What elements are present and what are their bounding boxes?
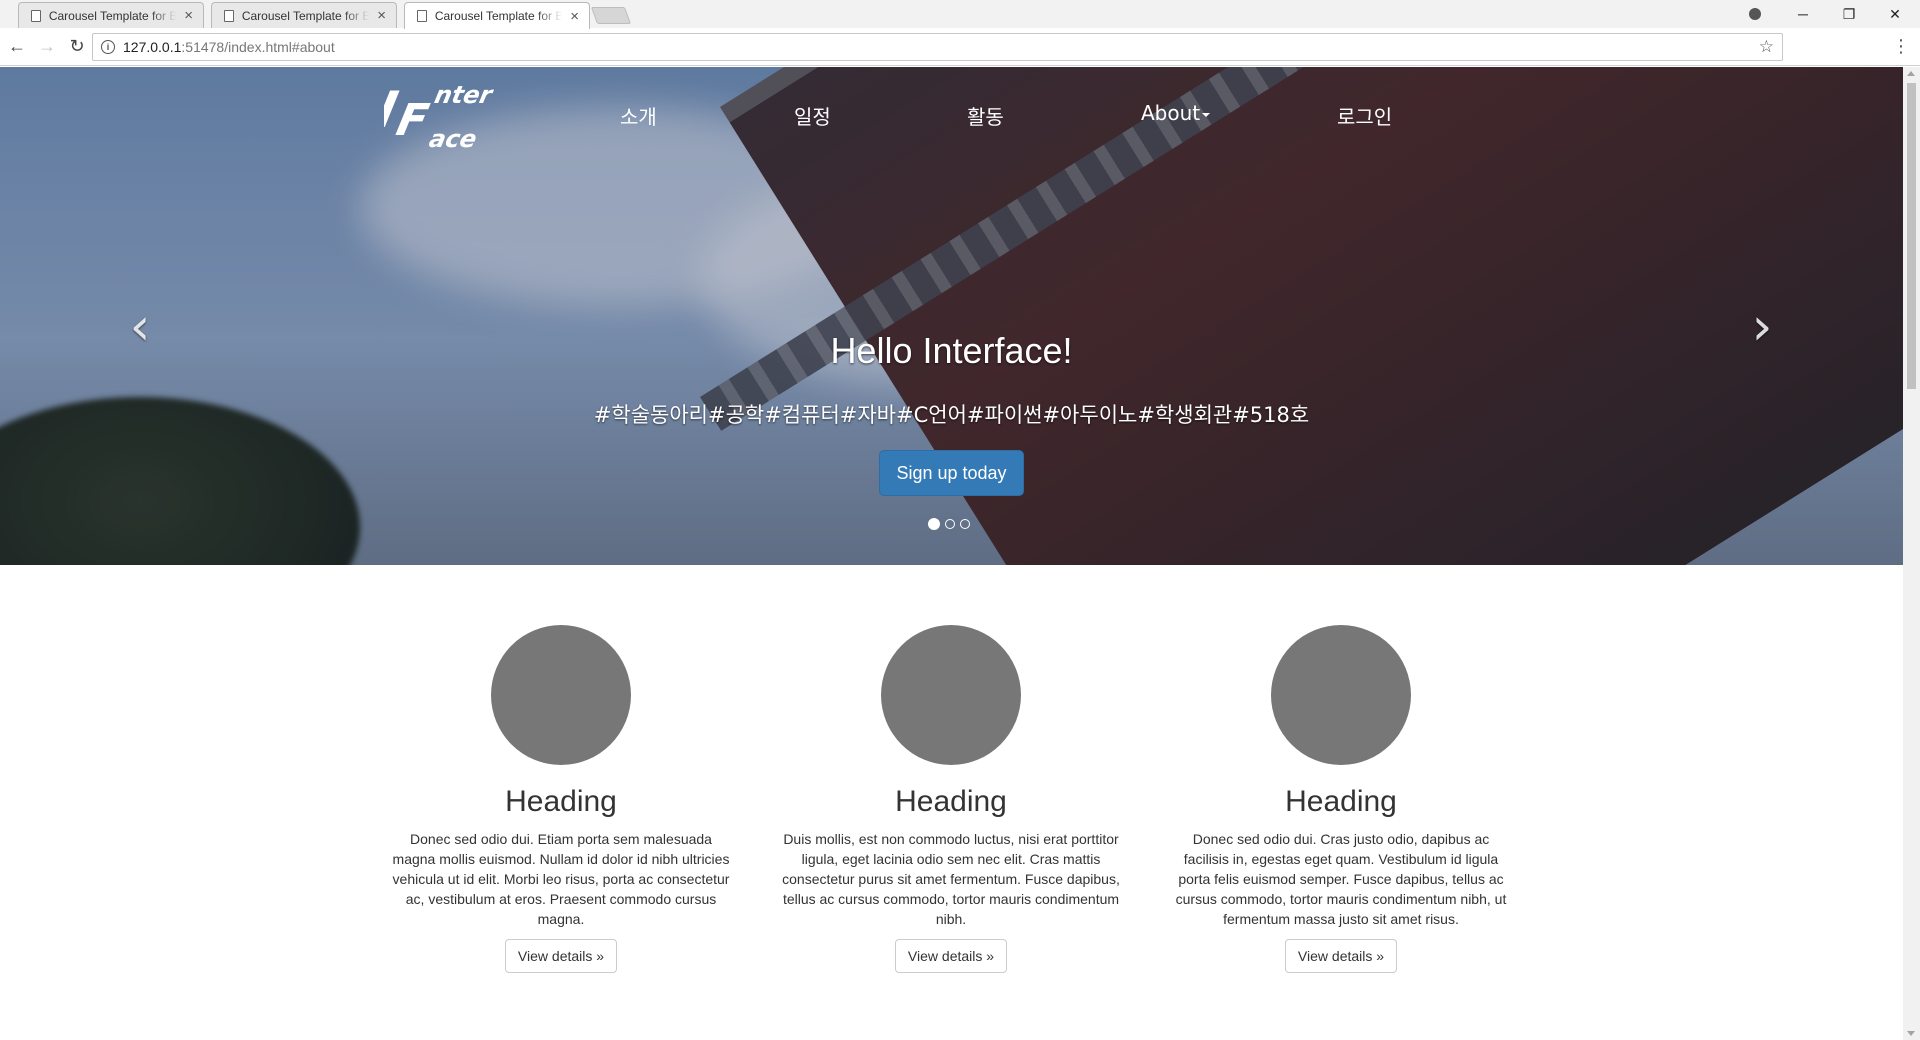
page-icon bbox=[417, 10, 427, 22]
svg-text:ace: ace bbox=[427, 124, 480, 151]
bookmark-star-icon[interactable]: ☆ bbox=[1759, 37, 1774, 57]
carousel-indicator-3[interactable] bbox=[960, 519, 970, 529]
interface-logo-icon: I F nter ace bbox=[372, 80, 497, 153]
reload-icon: ↻ bbox=[69, 36, 85, 56]
carousel-title: Hello Interface! bbox=[830, 330, 1073, 371]
browser-tab-3[interactable]: Carousel Template for Bootstrap × bbox=[404, 2, 590, 29]
column-text: Duis mollis, est non commodo luctus, nis… bbox=[782, 831, 1120, 927]
page-icon bbox=[31, 9, 41, 22]
placeholder-image bbox=[1271, 625, 1411, 765]
profile-icon bbox=[1749, 8, 1761, 20]
nav-item-activity[interactable]: 활동 bbox=[967, 101, 1004, 130]
forward-arrow-icon: → bbox=[38, 36, 56, 56]
forward-button[interactable]: → bbox=[34, 34, 60, 60]
address-bar[interactable]: i 127.0.0.1:51478/index.html#about ☆ bbox=[92, 33, 1783, 61]
browser-tab-strip: Carousel Template for Bootstrap × Carous… bbox=[0, 0, 1920, 29]
chevron-down-icon bbox=[1202, 112, 1211, 117]
browser-menu-icon[interactable]: ⋮ bbox=[1892, 37, 1910, 55]
close-icon[interactable]: × bbox=[570, 9, 579, 24]
carousel-indicators bbox=[928, 518, 970, 530]
scroll-up-arrow-icon[interactable] bbox=[1907, 71, 1915, 76]
page-icon bbox=[224, 9, 234, 22]
carousel-tags: #학술동아리#공학#컴퓨터#자바#C언어#파이썬#아두이노#학생회관#518호 bbox=[593, 403, 1310, 427]
url-host: 127.0.0.1 bbox=[123, 39, 182, 55]
svg-text:F: F bbox=[392, 95, 433, 145]
restore-button[interactable]: ❐ bbox=[1826, 0, 1872, 28]
browser-tab-2[interactable]: Carousel Template for Bootstrap × bbox=[211, 2, 397, 28]
close-icon[interactable]: × bbox=[184, 8, 193, 23]
column-heading: Heading bbox=[895, 785, 1007, 818]
page-viewport: I F nter ace 소개 일정 활동 About 로그인 ‹ › Hell… bbox=[0, 67, 1903, 1040]
view-details-button[interactable]: View details » bbox=[1284, 939, 1398, 973]
browser-tab-1[interactable]: Carousel Template for Bootstrap × bbox=[18, 2, 204, 28]
scroll-down-arrow-icon[interactable] bbox=[1907, 1031, 1915, 1036]
close-icon[interactable]: × bbox=[377, 8, 386, 23]
nav-about-label: About bbox=[1141, 101, 1201, 125]
svg-text:nter: nter bbox=[432, 81, 497, 109]
marketing-column-1: Heading Donec sed odio dui. Etiam porta … bbox=[381, 625, 741, 973]
reload-button[interactable]: ↻ bbox=[64, 34, 90, 60]
view-details-button[interactable]: View details » bbox=[504, 939, 618, 973]
new-tab-button[interactable] bbox=[590, 7, 632, 24]
tab-title: Carousel Template for Bootstrap bbox=[48, 8, 177, 23]
close-window-button[interactable]: ✕ bbox=[1872, 0, 1918, 28]
back-arrow-icon: ← bbox=[8, 36, 26, 56]
column-text: Donec sed odio dui. Cras justo odio, dap… bbox=[1175, 831, 1507, 927]
sign-up-button[interactable]: Sign up today bbox=[879, 450, 1024, 496]
nav-item-login[interactable]: 로그인 bbox=[1337, 101, 1392, 130]
view-details-button[interactable]: View details » bbox=[894, 939, 1008, 973]
placeholder-image bbox=[881, 625, 1021, 765]
nav-item-schedule[interactable]: 일정 bbox=[794, 101, 831, 130]
tab-title: Carousel Template for Bootstrap bbox=[241, 8, 370, 23]
profile-button[interactable] bbox=[1732, 0, 1778, 28]
nav-item-intro[interactable]: 소개 bbox=[620, 101, 657, 130]
minimize-icon: ─ bbox=[1798, 6, 1808, 22]
site-logo[interactable]: I F nter ace bbox=[372, 80, 502, 153]
carousel-indicator-1[interactable] bbox=[928, 518, 940, 530]
nav-item-about[interactable]: About bbox=[1141, 101, 1211, 125]
url-path: :51478/index.html#about bbox=[181, 39, 335, 55]
back-button[interactable]: ← bbox=[4, 34, 30, 60]
close-icon: ✕ bbox=[1889, 5, 1901, 22]
carousel: I F nter ace 소개 일정 활동 About 로그인 ‹ › Hell… bbox=[0, 67, 1903, 565]
page-scrollbar[interactable] bbox=[1903, 67, 1920, 1040]
marketing-column-3: Heading Donec sed odio dui. Cras justo o… bbox=[1161, 625, 1521, 973]
browser-toolbar: ← → ↻ i 127.0.0.1:51478/index.html#about… bbox=[0, 28, 1920, 66]
carousel-indicator-2[interactable] bbox=[945, 519, 955, 529]
info-icon[interactable]: i bbox=[101, 40, 115, 54]
placeholder-image bbox=[491, 625, 631, 765]
restore-icon: ❐ bbox=[1842, 5, 1856, 22]
column-heading: Heading bbox=[505, 785, 617, 818]
marketing-column-2: Heading Duis mollis, est non commodo luc… bbox=[771, 625, 1131, 973]
column-heading: Heading bbox=[1285, 785, 1397, 818]
tab-title: Carousel Template for Bootstrap bbox=[434, 9, 563, 23]
minimize-button[interactable]: ─ bbox=[1780, 0, 1826, 28]
column-text: Donec sed odio dui. Etiam porta sem male… bbox=[392, 831, 730, 927]
scroll-thumb[interactable] bbox=[1907, 83, 1916, 389]
